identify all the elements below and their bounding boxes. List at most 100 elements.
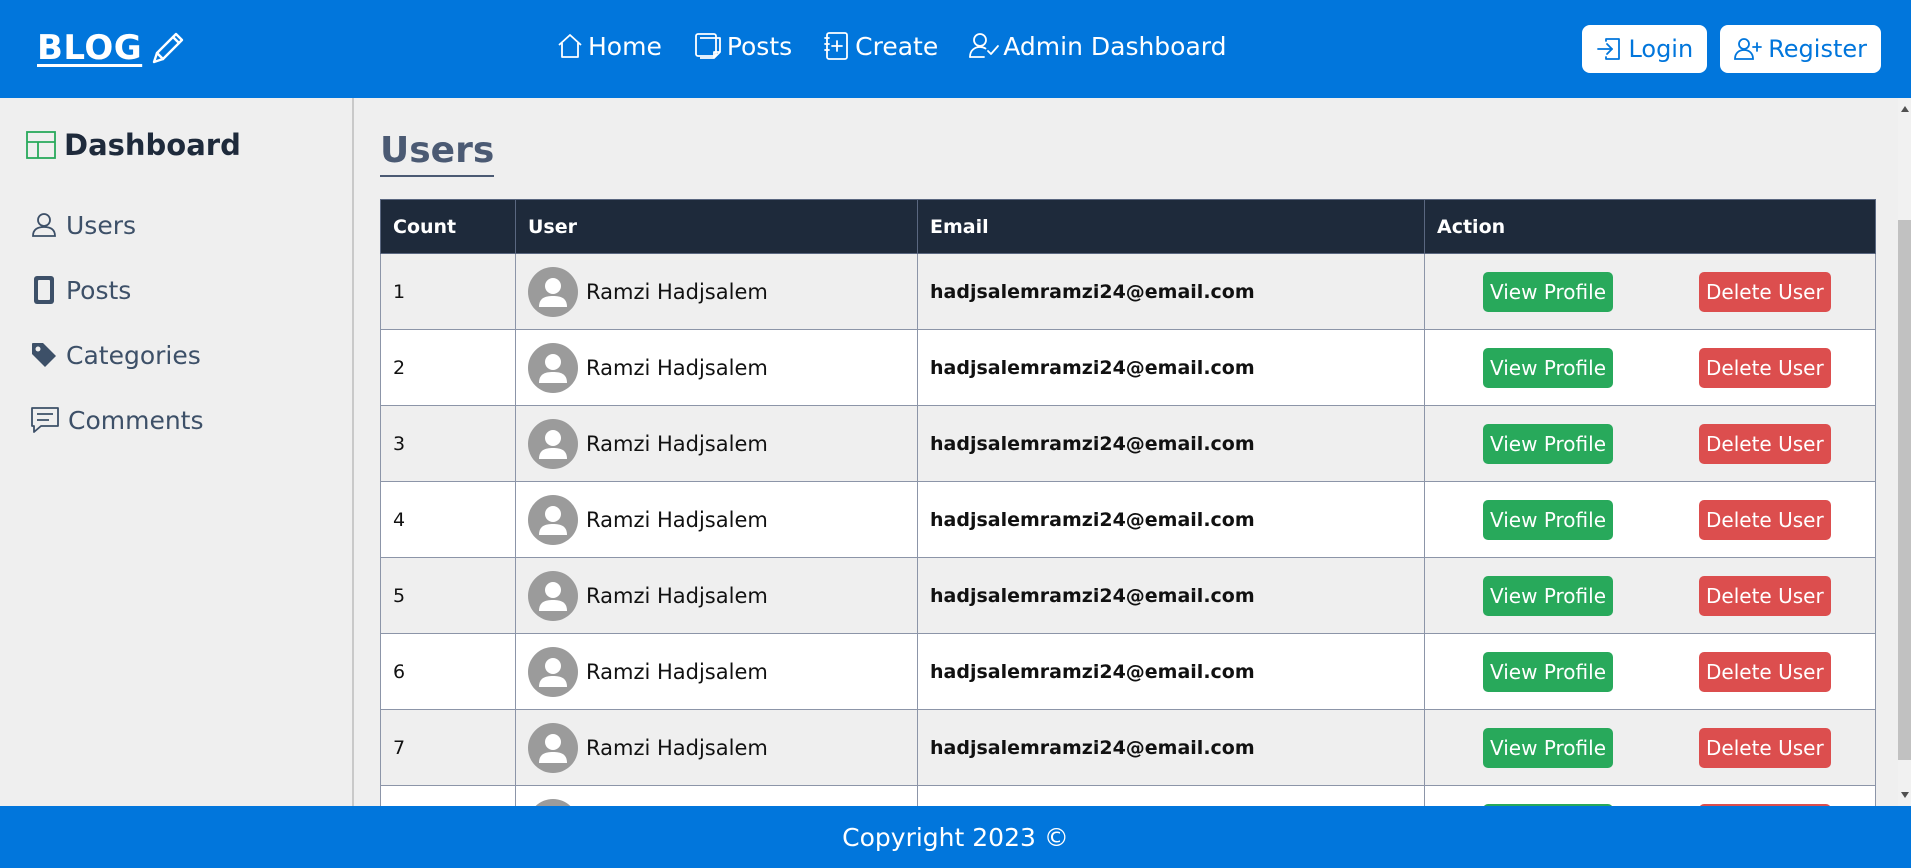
scroll-up-arrow-icon[interactable] xyxy=(1901,106,1909,112)
delete-user-button[interactable]: Delete User xyxy=(1699,347,1831,388)
user-name[interactable]: Ramzi Hadjsalem xyxy=(586,280,768,304)
user-cell: Ramzi Hadjsalem xyxy=(515,557,918,634)
user-email: hadjsalemramzi24@email.com xyxy=(930,736,1255,759)
delete-user-button[interactable]: Delete User xyxy=(1699,651,1831,692)
avatar-person-icon xyxy=(528,799,578,807)
user-info xyxy=(528,798,905,807)
count-cell: 7 xyxy=(380,709,516,786)
sidebar: Dashboard Users Posts Categories Comment… xyxy=(0,98,354,806)
register-label: Register xyxy=(1768,35,1867,63)
user-info: Ramzi Hadjsalem xyxy=(528,646,905,697)
sidebar-menu: Users Posts Categories Comments xyxy=(30,210,204,470)
table-row: 1 Ramzi Hadjsalem hadjsalemramzi24@email.c… xyxy=(380,253,1876,330)
logo-text: BLOG xyxy=(37,28,143,68)
comments-icon xyxy=(31,407,59,433)
nav-create[interactable]: Create xyxy=(822,30,938,62)
table-row: View ProfileDelete User xyxy=(380,785,1876,807)
avatar-person-icon xyxy=(539,581,567,611)
register-button[interactable]: Register xyxy=(1720,25,1881,73)
column-header-user: User xyxy=(515,199,918,254)
email-cell: hadjsalemramzi24@email.com xyxy=(917,481,1425,558)
user-name[interactable]: Ramzi Hadjsalem xyxy=(586,508,768,532)
copyright-text: Copyright 2023 © xyxy=(842,822,1069,852)
footer: Copyright 2023 © xyxy=(0,806,1911,868)
login-label: Login xyxy=(1628,35,1694,63)
nav-create-label: Create xyxy=(855,31,939,61)
view-profile-button[interactable]: View Profile xyxy=(1483,347,1614,388)
dashboard-icon xyxy=(26,131,56,159)
delete-user-button[interactable]: Delete User xyxy=(1699,499,1831,540)
sidebar-item-label: Posts xyxy=(66,275,132,305)
table-row: 6 Ramzi Hadjsalem hadjsalemramzi24@email.c… xyxy=(380,633,1876,710)
delete-user-button[interactable]: Delete User xyxy=(1699,727,1831,768)
action-cell: View Profile Delete User xyxy=(1424,557,1876,634)
column-header-action: Action xyxy=(1424,199,1876,254)
user-info: Ramzi Hadjsalem xyxy=(528,418,905,469)
scroll-down-arrow-icon[interactable] xyxy=(1901,792,1909,798)
user-cell: Ramzi Hadjsalem xyxy=(515,709,918,786)
column-header-count: Count xyxy=(380,199,516,254)
login-button[interactable]: Login xyxy=(1582,25,1708,73)
user-name[interactable]: Ramzi Hadjsalem xyxy=(586,356,768,380)
table-header-row: Count User Email Action xyxy=(380,199,1876,254)
table-row: 5 Ramzi Hadjsalem hadjsalemramzi24@email.c… xyxy=(380,557,1876,634)
user-icon xyxy=(32,213,56,237)
action-cell: View Profile Delete User xyxy=(1424,329,1876,406)
nav-home-label: Home xyxy=(588,31,662,61)
avatar-person-icon xyxy=(539,429,567,459)
view-profile-button[interactable]: View Profile xyxy=(1483,575,1614,616)
nav-home[interactable]: Home xyxy=(555,31,662,61)
user-cell: Ramzi Hadjsalem xyxy=(515,253,918,330)
email-cell: hadjsalemramzi24@email.com xyxy=(917,405,1425,482)
user-name[interactable]: Ramzi Hadjsalem xyxy=(586,660,768,684)
sidebar-item-comments[interactable]: Comments xyxy=(30,405,204,435)
user-email: hadjsalemramzi24@email.com xyxy=(930,660,1255,683)
login-icon xyxy=(1597,38,1621,60)
view-profile-button[interactable]: View Profile xyxy=(1483,499,1614,540)
table-row: 7 Ramzi Hadjsalem hadjsalemramzi24@email.c… xyxy=(380,709,1876,786)
scrollbar-thumb[interactable] xyxy=(1898,220,1911,760)
add-user-icon xyxy=(1734,38,1763,60)
count-cell: 5 xyxy=(380,557,516,634)
posts-icon xyxy=(694,33,721,59)
table-row: 3 Ramzi Hadjsalem hadjsalemramzi24@email.c… xyxy=(380,405,1876,482)
user-name[interactable]: Ramzi Hadjsalem xyxy=(586,432,768,456)
scrollbar[interactable] xyxy=(1898,98,1911,806)
avatar-person-icon xyxy=(539,505,567,535)
count-cell xyxy=(380,785,516,806)
user-email: hadjsalemramzi24@email.com xyxy=(930,280,1255,303)
table-row: 4 Ramzi Hadjsalem hadjsalemramzi24@email.c… xyxy=(380,481,1876,558)
home-icon xyxy=(558,34,582,58)
nav-posts[interactable]: Posts xyxy=(692,30,792,62)
view-profile-button[interactable]: View Profile xyxy=(1483,727,1614,768)
user-name[interactable]: Ramzi Hadjsalem xyxy=(586,736,768,760)
row-actions: View Profile Delete User xyxy=(1437,499,1863,540)
count-cell: 1 xyxy=(380,253,516,330)
avatar-person-icon xyxy=(539,733,567,763)
view-profile-button[interactable]: View Profile xyxy=(1483,423,1614,464)
sidebar-title: Dashboard xyxy=(25,128,241,162)
nav-admin-dashboard[interactable]: Admin Dashboard xyxy=(968,31,1227,61)
delete-user-button[interactable]: Delete User xyxy=(1699,271,1831,312)
delete-user-button[interactable]: Delete User xyxy=(1699,575,1831,616)
email-cell: hadjsalemramzi24@email.com xyxy=(917,709,1425,786)
sidebar-item-users[interactable]: Users xyxy=(30,210,204,240)
blog-logo-link[interactable]: BLOG xyxy=(37,28,188,68)
row-actions: View Profile Delete User xyxy=(1437,727,1863,768)
sidebar-item-label: Comments xyxy=(68,405,204,435)
view-profile-button[interactable]: View Profile xyxy=(1483,651,1614,692)
email-cell: hadjsalemramzi24@email.com xyxy=(917,329,1425,406)
user-cell: Ramzi Hadjsalem xyxy=(515,405,918,482)
delete-user-button[interactable]: Delete User xyxy=(1699,423,1831,464)
top-navbar: BLOG Home Posts Create Admin Dashboard L… xyxy=(0,0,1911,98)
nav-admin-label: Admin Dashboard xyxy=(1003,31,1227,61)
create-icon xyxy=(824,32,849,60)
sidebar-item-categories[interactable]: Categories xyxy=(30,340,204,370)
view-profile-button[interactable]: View Profile xyxy=(1483,271,1614,312)
user-info: Ramzi Hadjsalem xyxy=(528,266,905,317)
sidebar-item-posts[interactable]: Posts xyxy=(30,275,204,305)
action-cell: View Profile Delete User xyxy=(1424,633,1876,710)
user-name[interactable]: Ramzi Hadjsalem xyxy=(586,584,768,608)
row-actions: View Profile Delete User xyxy=(1437,423,1863,464)
user-email: hadjsalemramzi24@email.com xyxy=(930,356,1255,379)
